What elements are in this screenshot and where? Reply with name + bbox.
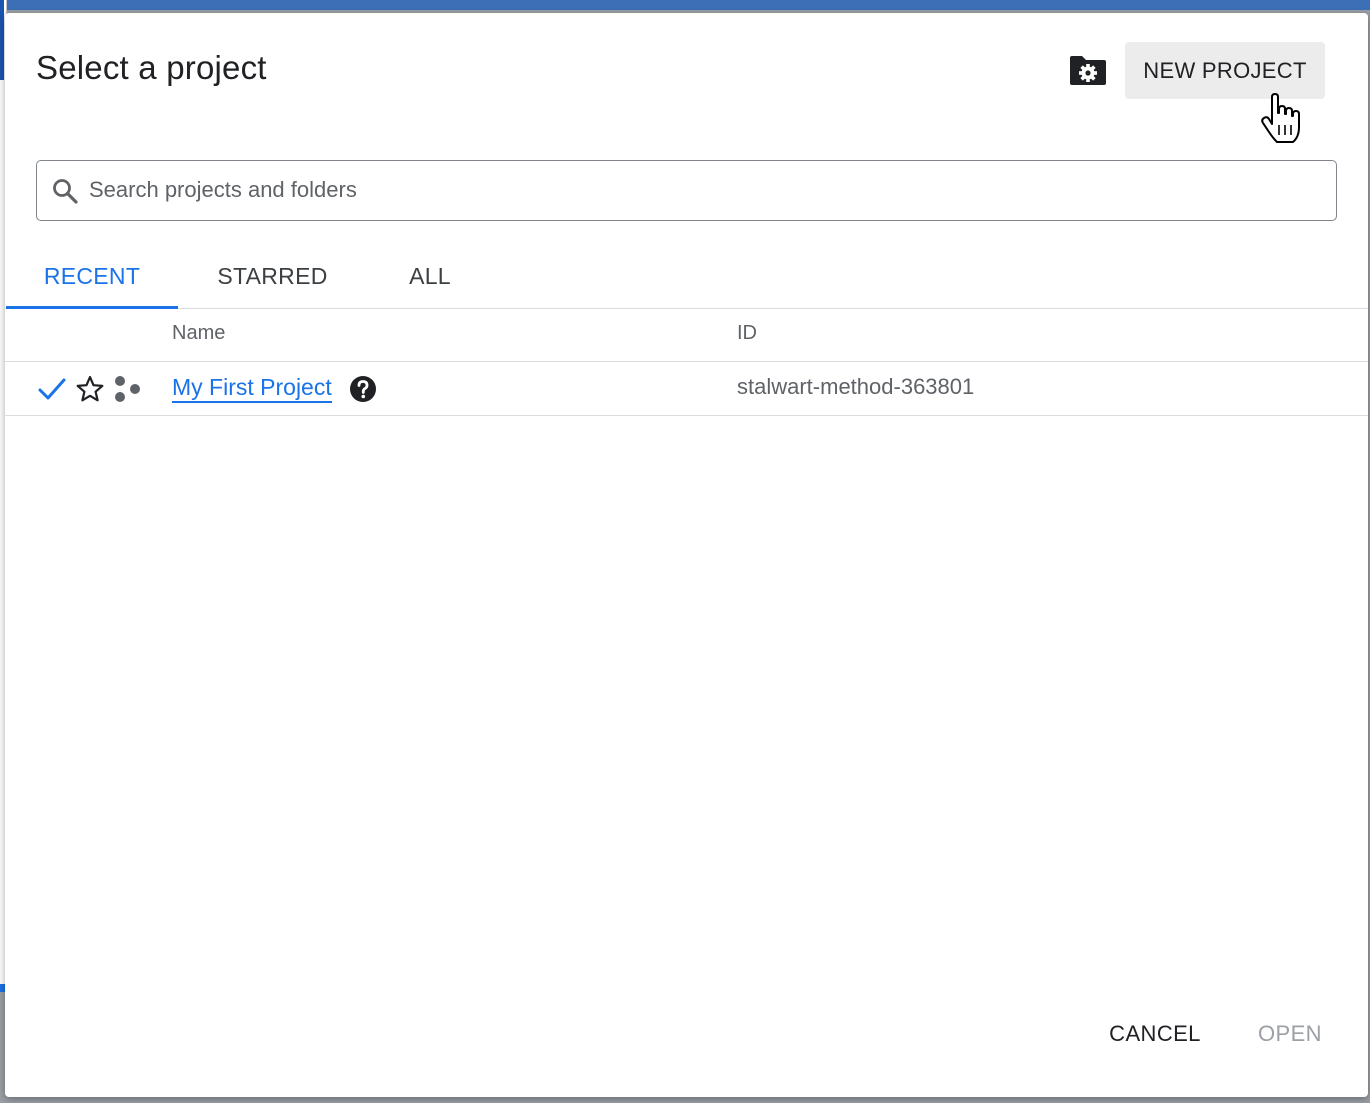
search-icon: [53, 179, 78, 204]
select-project-dialog: Select a project NEW PROJECT Search proj…: [5, 13, 1368, 1097]
cancel-button[interactable]: CANCEL: [1100, 1010, 1210, 1058]
tab-recent[interactable]: RECENT: [6, 245, 178, 309]
project-id: stalwart-method-363801: [737, 374, 975, 399]
help-icon[interactable]: [349, 375, 377, 403]
tab-bar: RECENT STARRED ALL: [5, 245, 1368, 309]
background-page-header: [0, 0, 1370, 10]
open-button[interactable]: OPEN: [1245, 1010, 1335, 1058]
column-header-name: Name: [172, 322, 226, 344]
tab-starred[interactable]: STARRED: [185, 245, 360, 308]
tab-all[interactable]: ALL: [375, 245, 485, 308]
column-header-id: ID: [737, 322, 757, 344]
table-header: Name ID: [5, 309, 1368, 362]
project-name-link[interactable]: My First Project: [172, 374, 332, 403]
new-project-button[interactable]: NEW PROJECT: [1125, 42, 1325, 99]
background-page-accent: [0, 0, 4, 80]
star-icon[interactable]: [75, 374, 105, 404]
dialog-title: Select a project: [36, 49, 267, 86]
folder-settings-icon[interactable]: [1068, 53, 1108, 87]
search-field[interactable]: [36, 160, 1337, 221]
project-dots-icon: [115, 376, 140, 402]
search-input[interactable]: [89, 169, 1289, 211]
hand-cursor-icon: [1261, 93, 1300, 143]
table-row[interactable]: My First Project stalwart-method-363801: [5, 362, 1368, 416]
check-icon: [38, 378, 66, 400]
